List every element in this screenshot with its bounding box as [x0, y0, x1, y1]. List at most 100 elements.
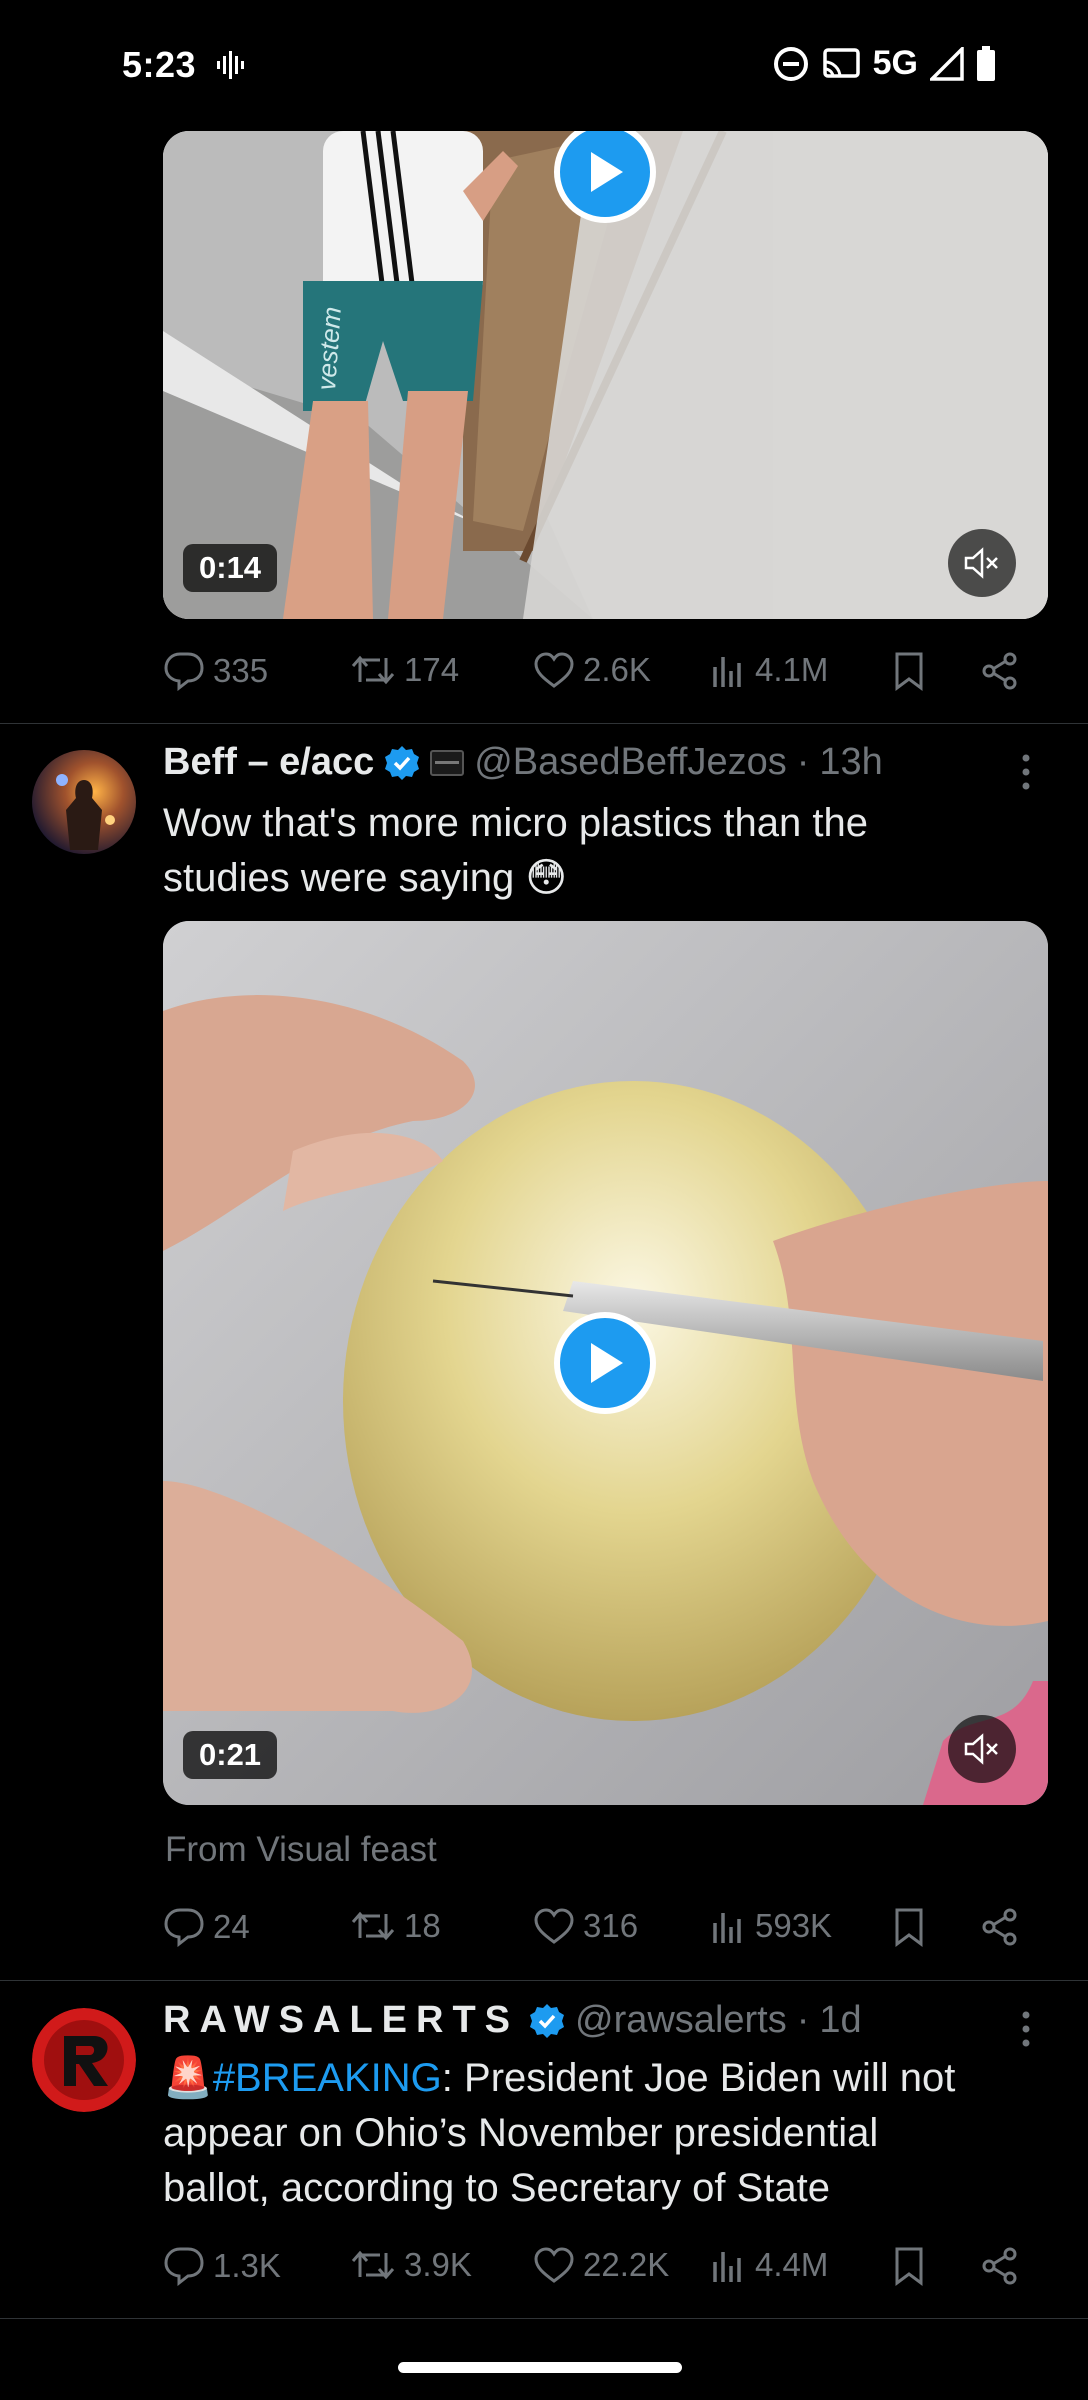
- play-icon: [591, 1343, 623, 1383]
- repost-icon: [351, 1911, 395, 1941]
- repost-icon: [351, 655, 395, 685]
- battery-icon: [977, 45, 995, 81]
- share-icon: [982, 652, 1017, 690]
- share-button[interactable]: [980, 2246, 1020, 2286]
- tweet3-text-rest: : President Joe Biden will not: [441, 2056, 956, 2100]
- tweet2-text-line1: Wow that's more micro plastics than the: [163, 801, 868, 845]
- audio-wave-icon: [217, 51, 244, 79]
- reply-count: 1.3K: [213, 2247, 281, 2284]
- hashtag-link[interactable]: #BREAKING: [213, 2056, 442, 2100]
- tweet2-video[interactable]: 0:21: [163, 921, 1048, 1805]
- like-count: 2.6K: [583, 651, 651, 688]
- play-button[interactable]: [554, 1312, 656, 1414]
- avatar[interactable]: [32, 2008, 136, 2112]
- reply-button[interactable]: 1.3K: [163, 2246, 281, 2286]
- handle[interactable]: @BasedBeffJezos: [474, 741, 787, 784]
- share-icon: [982, 1908, 1017, 1946]
- reply-count: 24: [213, 1908, 250, 1945]
- views-button[interactable]: 4.1M: [711, 651, 828, 689]
- tweet2-text-line2: studies were saying 😳: [163, 856, 568, 900]
- tweet2-text: Wow that's more micro plastics than the …: [163, 796, 1023, 906]
- repost-button[interactable]: 18: [350, 1907, 441, 1945]
- share-icon: [982, 2247, 1017, 2285]
- views-icon: [713, 2252, 741, 2282]
- repost-count: 18: [404, 1907, 441, 1944]
- share-button[interactable]: [980, 1907, 1020, 1947]
- views-button[interactable]: 593K: [711, 1907, 832, 1945]
- shorts-text: vestem: [311, 306, 347, 392]
- like-button[interactable]: 2.6K: [533, 651, 651, 689]
- affiliate-badge-icon: [430, 749, 465, 776]
- divider: [0, 2318, 1088, 2319]
- avatar[interactable]: [32, 750, 136, 854]
- reply-count: 335: [213, 652, 269, 689]
- status-bar: 5:23 5G: [0, 0, 1088, 130]
- network-label: 5G: [872, 44, 918, 82]
- views-count: 593K: [755, 1907, 833, 1944]
- tweet3-text-line2: appear on Ohio’s November presidential: [163, 2111, 879, 2155]
- video-duration: 0:14: [183, 544, 278, 592]
- tweet3-text: 🚨#BREAKING: President Joe Biden will not…: [163, 2051, 1023, 2216]
- play-icon: [591, 152, 623, 192]
- reply-button[interactable]: 24: [163, 1907, 250, 1947]
- views-count: 4.4M: [755, 2246, 829, 2283]
- reply-icon: [164, 652, 204, 691]
- repost-count: 174: [404, 651, 460, 688]
- handle[interactable]: @rawsalerts: [575, 1999, 787, 2042]
- bookmark-button[interactable]: [893, 651, 925, 691]
- avatar-image: [32, 750, 136, 854]
- like-button[interactable]: 22.2K: [533, 2246, 669, 2284]
- like-button[interactable]: 316: [533, 1907, 638, 1945]
- display-name[interactable]: RAWSALERTS: [163, 1999, 519, 2042]
- tweet3-text-line3: ballot, according to Secretary of State: [163, 2166, 831, 2210]
- more-icon[interactable]: [1018, 2009, 1034, 2049]
- tweet2-header: Beff – e/acc @BasedBeffJezos · 13h: [163, 741, 883, 784]
- share-button[interactable]: [980, 651, 1020, 691]
- status-time: 5:23: [122, 44, 197, 85]
- mute-button[interactable]: [948, 529, 1016, 597]
- mute-icon: [964, 1733, 998, 1765]
- divider: [0, 1980, 1088, 1981]
- bookmark-icon: [895, 652, 923, 691]
- divider: [0, 723, 1088, 724]
- tweet3-text-line1: 🚨#BREAKING: President Joe Biden will not: [163, 2051, 1023, 2106]
- gesture-nav-bar[interactable]: [398, 2362, 682, 2373]
- verified-icon: [530, 2003, 564, 2038]
- siren-emoji: 🚨: [163, 2056, 213, 2100]
- tweet3-header: RAWSALERTS @rawsalerts · 1d: [163, 1999, 862, 2042]
- avatar-image: [32, 2008, 136, 2112]
- views-icon: [713, 1913, 741, 1943]
- like-icon: [534, 652, 574, 688]
- timestamp[interactable]: 13h: [819, 741, 882, 784]
- bookmark-icon: [895, 1908, 923, 1947]
- repost-button[interactable]: 174: [350, 651, 459, 689]
- like-icon: [534, 2247, 574, 2283]
- dnd-icon: [773, 46, 808, 81]
- status-icons: 5G: [773, 44, 996, 83]
- reply-icon: [164, 2247, 204, 2286]
- signal-icon: [930, 46, 964, 81]
- repost-button[interactable]: 3.9K: [350, 2246, 472, 2284]
- views-icon: [713, 657, 741, 687]
- timestamp[interactable]: 1d: [819, 1999, 861, 2042]
- video-duration: 0:21: [183, 1731, 278, 1779]
- mute-button[interactable]: [948, 1715, 1016, 1783]
- views-count: 4.1M: [755, 651, 829, 688]
- like-icon: [534, 1908, 574, 1944]
- tweet2-actions: 24 18 316 593K: [163, 1899, 1023, 1955]
- mute-icon: [964, 547, 998, 579]
- repost-icon: [351, 2250, 395, 2280]
- display-name[interactable]: Beff – e/acc: [163, 741, 374, 784]
- views-button[interactable]: 4.4M: [711, 2246, 828, 2284]
- tweet1-video[interactable]: vestem 0:14: [163, 131, 1048, 619]
- bookmark-icon: [895, 2247, 923, 2286]
- source-attribution[interactable]: From Visual feast: [165, 1830, 437, 1870]
- reply-button[interactable]: 335: [163, 651, 268, 691]
- repost-count: 3.9K: [404, 2246, 472, 2283]
- tweet1-actions: 335 174 2.6K 4.1M: [163, 643, 1023, 699]
- bookmark-button[interactable]: [893, 1907, 925, 1947]
- bookmark-button[interactable]: [893, 2246, 925, 2286]
- verified-icon: [385, 745, 420, 780]
- tweet3-actions: 1.3K 3.9K 22.2K 4.4M: [163, 2238, 1023, 2294]
- more-icon[interactable]: [1018, 752, 1034, 792]
